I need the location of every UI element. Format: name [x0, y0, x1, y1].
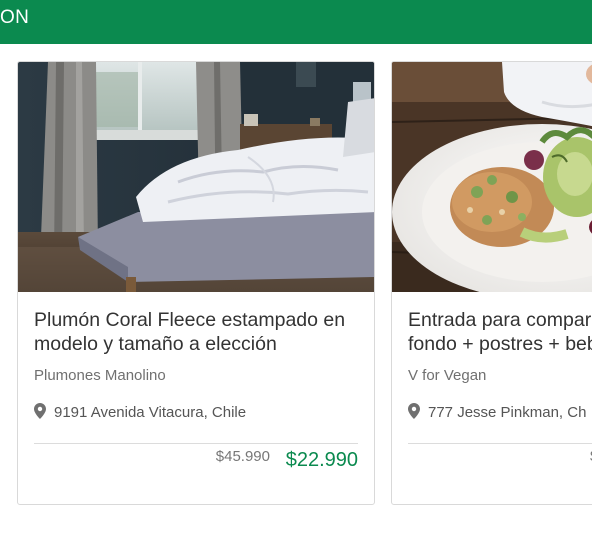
deal-location: 9191 Avenida Vitacura, Chile: [34, 403, 246, 421]
deal-title[interactable]: Entrada para compar fondo + postres + be…: [408, 308, 592, 356]
discount-price: $22.990: [285, 449, 358, 471]
deal-location: 777 Jesse Pinkman, Ch: [408, 403, 586, 421]
map-pin-icon: [34, 403, 46, 419]
top-bar-title: ON: [0, 7, 30, 28]
merchant-name: V for Vegan: [408, 367, 487, 384]
original-price: $45.990: [215, 448, 270, 465]
divider: [34, 443, 358, 444]
deal-image-bedroom[interactable]: [18, 62, 374, 292]
deal-title[interactable]: Plumón Coral Fleece estampado en modelo …: [34, 308, 364, 356]
location-text: 777 Jesse Pinkman, Ch: [428, 404, 587, 421]
merchant-name: Plumones Manolino: [34, 367, 166, 384]
deal-image-vegan-dish[interactable]: [392, 62, 592, 292]
location-text: 9191 Avenida Vitacura, Chile: [54, 404, 247, 421]
map-pin-icon: [408, 403, 420, 419]
top-bar: ON: [0, 0, 592, 44]
deal-card[interactable]: Plumón Coral Fleece estampado en modelo …: [17, 61, 375, 505]
deal-card[interactable]: Entrada para compar fondo + postres + be…: [391, 61, 592, 505]
divider: [408, 443, 592, 444]
